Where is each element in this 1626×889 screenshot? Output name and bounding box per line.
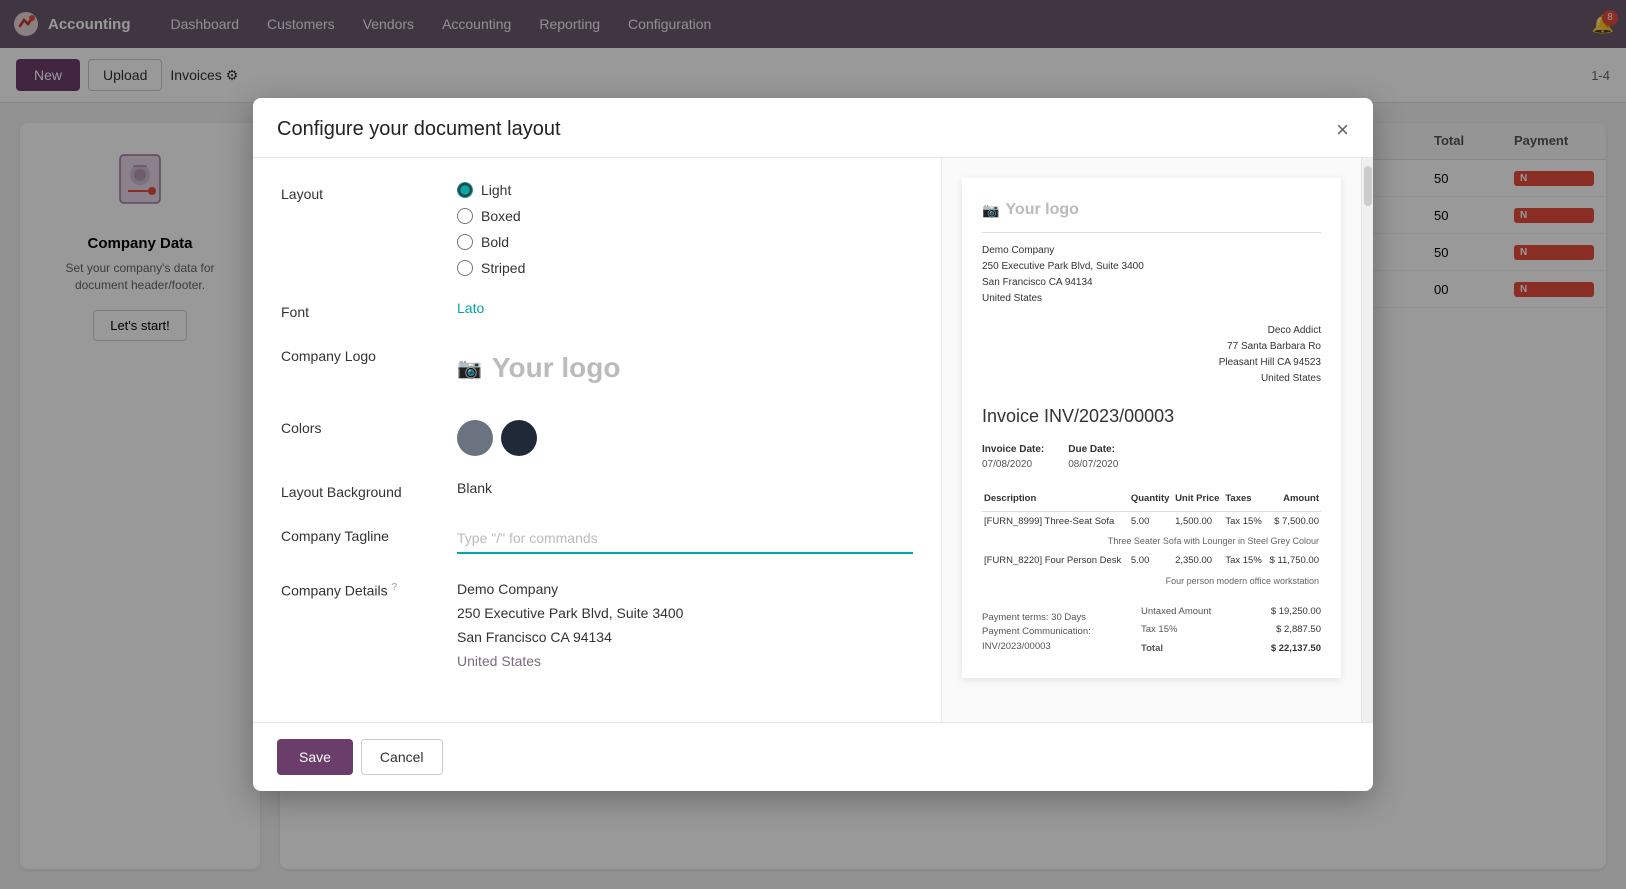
- details-text: Demo Company 250 Executive Park Blvd, Su…: [457, 578, 913, 673]
- details-row: Company Details ? Demo Company 250 Execu…: [281, 578, 913, 673]
- preview-due-date: Due Date: 08/07/2020: [1068, 442, 1118, 472]
- font-value: Lato: [457, 296, 484, 316]
- layout-boxed-label: Boxed: [481, 208, 521, 224]
- font-label: Font: [281, 300, 441, 320]
- details-field: Demo Company 250 Executive Park Blvd, Su…: [457, 578, 913, 673]
- layout-light-radio[interactable]: [457, 182, 473, 198]
- col-amount: Amount: [1265, 488, 1321, 511]
- document-preview: 📷 Your logo Demo Company 250 Executive P…: [941, 158, 1361, 721]
- col-desc: Description: [982, 488, 1129, 511]
- layout-striped-radio[interactable]: [457, 260, 473, 276]
- layout-bold-label: Bold: [481, 234, 509, 250]
- preview-table: Description Quantity Unit Price Taxes Am…: [982, 488, 1321, 591]
- color-swatch-dark[interactable]: [501, 420, 537, 456]
- tagline-row: Company Tagline: [281, 524, 913, 554]
- preview-invoice-date: Invoice Date: 07/08/2020: [982, 442, 1044, 472]
- preview-logo-text: Your logo: [1005, 198, 1078, 222]
- layout-boxed-radio[interactable]: [457, 208, 473, 224]
- background-row: Layout Background Blank: [281, 480, 913, 500]
- layout-label: Layout: [281, 182, 441, 202]
- layout-light-option[interactable]: Light: [457, 182, 913, 198]
- preview-tax: Tax 15% $ 2,887.50: [1141, 621, 1321, 639]
- preview-invoice-title: Invoice INV/2023/00003: [982, 403, 1321, 430]
- modal-body: Layout Light Boxed: [253, 158, 1373, 721]
- logo-camera-icon: 📷: [457, 356, 482, 381]
- layout-bold-option[interactable]: Bold: [457, 234, 913, 250]
- modal-title: Configure your document layout: [277, 118, 561, 141]
- tagline-label: Company Tagline: [281, 524, 441, 544]
- line-item-2: [FURN_8220] Four Person Desk 5.00 2,350.…: [982, 551, 1321, 571]
- font-row: Font Lato: [281, 300, 913, 320]
- layout-striped-label: Striped: [481, 260, 525, 276]
- background-value: Blank: [457, 476, 492, 496]
- colors-label: Colors: [281, 416, 441, 436]
- details-label: Company Details ?: [281, 578, 441, 599]
- layout-bold-radio[interactable]: [457, 234, 473, 250]
- layout-options: Light Boxed Bold: [457, 182, 913, 276]
- logo-row: Company Logo 📷 Your logo: [281, 344, 913, 392]
- modal-scrollbar[interactable]: [1361, 158, 1373, 721]
- logo-label: Company Logo: [281, 344, 441, 364]
- tagline-field: [457, 524, 913, 554]
- cancel-button[interactable]: Cancel: [361, 739, 443, 775]
- modal-footer: Save Cancel: [253, 722, 1373, 791]
- color-swatch-gray[interactable]: [457, 420, 493, 456]
- col-tax: Taxes: [1223, 488, 1265, 511]
- line-item-1-desc: Three Seater Sofa with Lounger in Steel …: [982, 532, 1321, 552]
- logo-text: Your logo: [492, 352, 621, 384]
- tagline-input[interactable]: [457, 524, 913, 554]
- scroll-thumb: [1364, 166, 1372, 206]
- colors-row: Colors: [281, 416, 913, 456]
- save-button[interactable]: Save: [277, 739, 353, 775]
- layout-striped-option[interactable]: Striped: [457, 260, 913, 276]
- preview-document: 📷 Your logo Demo Company 250 Executive P…: [962, 178, 1341, 678]
- layout-light-label: Light: [481, 182, 511, 198]
- preview-payment-info: Payment terms: 30 Days Payment Communica…: [982, 603, 1141, 654]
- line-item-2-desc: Four person modern office workstation: [982, 572, 1321, 592]
- line-item-1: [FURN_8999] Three-Seat Sofa 5.00 1,500.0…: [982, 511, 1321, 532]
- background-field: Blank: [457, 480, 913, 496]
- preview-logo-icon: 📷: [982, 200, 999, 221]
- background-label: Layout Background: [281, 480, 441, 500]
- document-layout-modal: Configure your document layout × Layout …: [253, 98, 1373, 790]
- modal-form: Layout Light Boxed: [253, 158, 941, 721]
- modal-backdrop: Configure your document layout × Layout …: [0, 0, 1626, 889]
- col-qty: Quantity: [1129, 488, 1173, 511]
- preview-footer: Payment terms: 30 Days Payment Communica…: [982, 603, 1321, 658]
- color-swatches: [457, 416, 913, 456]
- preview-totals: Untaxed Amount $ 19,250.00 Tax 15% $ 2,8…: [1141, 603, 1321, 658]
- modal-close-button[interactable]: ×: [1336, 119, 1349, 141]
- logo-field[interactable]: 📷 Your logo: [457, 344, 913, 392]
- modal-header: Configure your document layout ×: [253, 98, 1373, 158]
- layout-row: Layout Light Boxed: [281, 182, 913, 276]
- font-field: Lato: [457, 300, 913, 316]
- preview-total: Total $ 22,137.50: [1141, 640, 1321, 658]
- preview-logo-row: 📷 Your logo: [982, 198, 1321, 233]
- app-background: Accounting Dashboard Customers Vendors A…: [0, 0, 1626, 889]
- preview-company-info: Demo Company 250 Executive Park Blvd, Su…: [982, 243, 1321, 307]
- preview-meta: Invoice Date: 07/08/2020 Due Date: 08/07…: [982, 442, 1321, 472]
- preview-customer-info: Deco Addict 77 Santa Barbara Ro Pleasant…: [982, 323, 1321, 387]
- col-price: Unit Price: [1173, 488, 1223, 511]
- layout-boxed-option[interactable]: Boxed: [457, 208, 913, 224]
- preview-untaxed: Untaxed Amount $ 19,250.00: [1141, 603, 1321, 621]
